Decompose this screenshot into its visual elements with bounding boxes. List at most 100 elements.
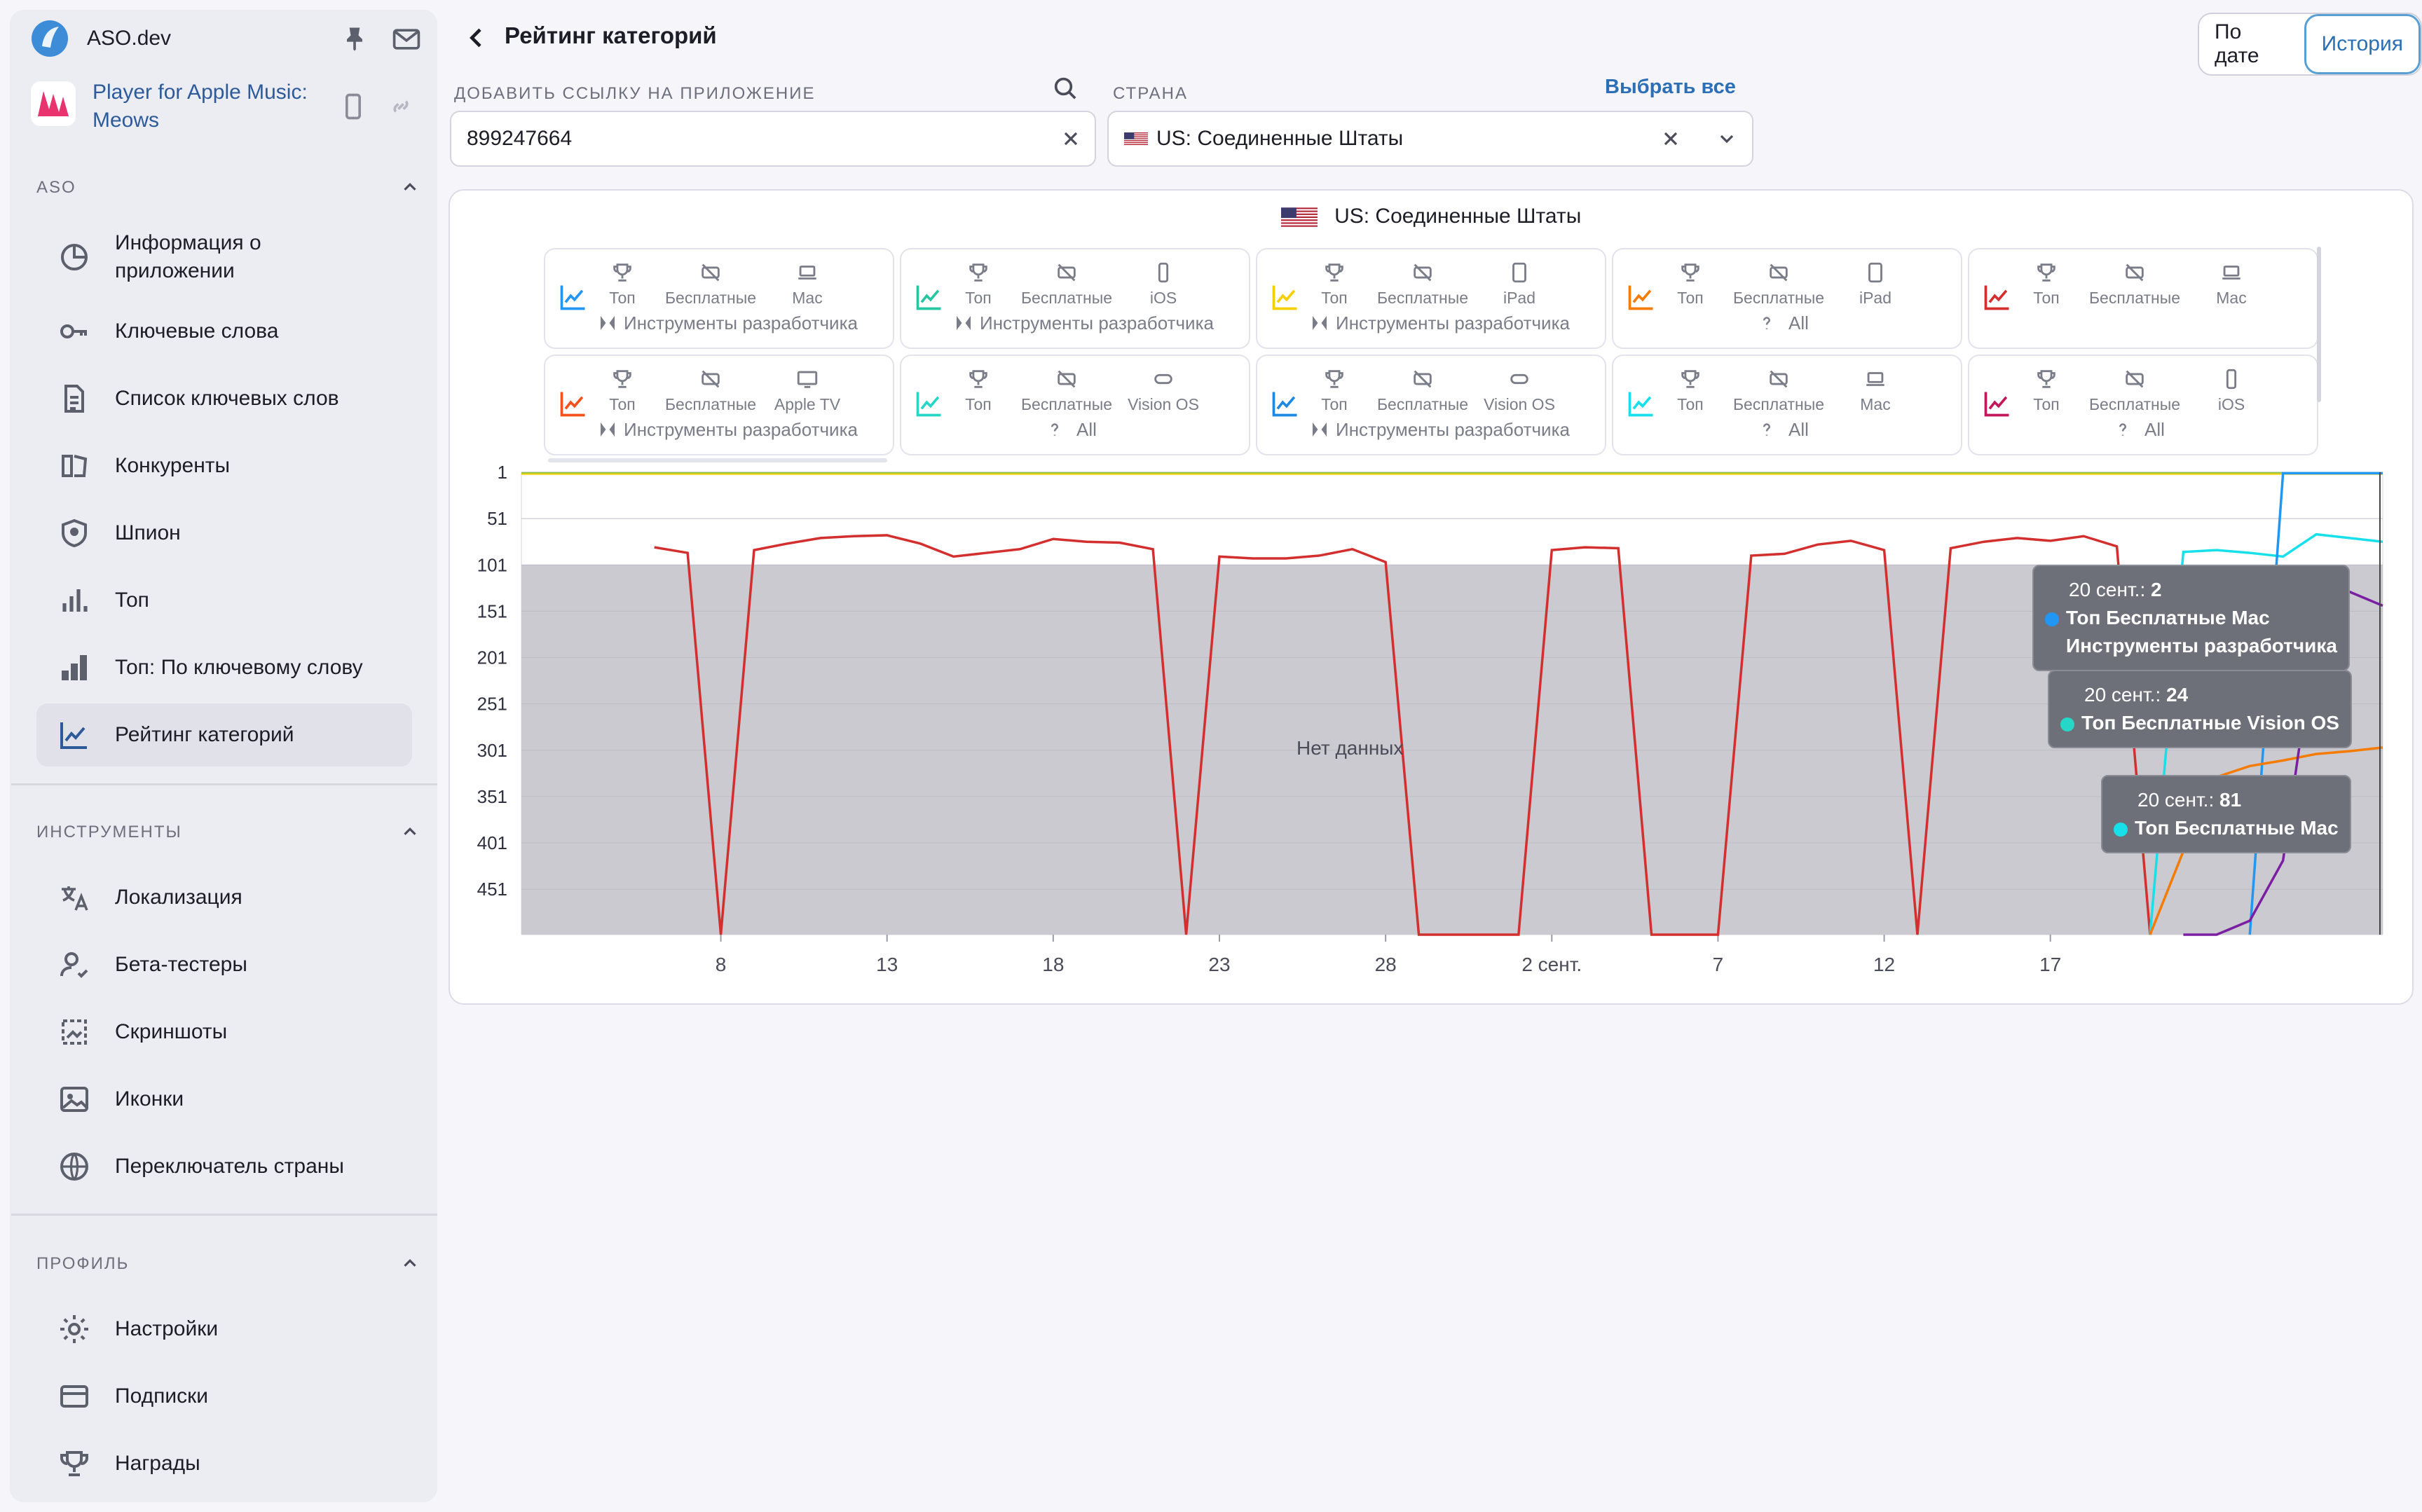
category-card[interactable]: Топ Бесплатные Mac [1968, 248, 2318, 349]
mail-icon[interactable] [391, 24, 422, 55]
bar-chart-icon [62, 589, 88, 612]
card-label: Бесплатные [664, 289, 757, 307]
trophy-small-icon [1325, 370, 1343, 388]
sidebar-item-tool_items-0[interactable]: Локализация [36, 866, 412, 929]
search-icon[interactable] [1051, 74, 1079, 102]
sidebar-divider [11, 1214, 437, 1216]
translate-icon [62, 886, 88, 911]
trophy-small-icon [2037, 370, 2055, 388]
back-icon[interactable] [463, 24, 491, 52]
question-icon [1763, 317, 1771, 329]
shield-spy-icon [62, 518, 87, 548]
sidebar-item-label: Скриншоты [115, 1020, 228, 1043]
tv-icon [797, 371, 818, 388]
section-tools-heading: ИНСТРУМЕНТЫ [36, 823, 182, 841]
country-select[interactable]: US: Соединенные Штаты [1107, 111, 1753, 167]
view-toggle: По дате История [2198, 13, 2422, 76]
sidebar-item-tool_items-4[interactable]: Переключатель страны [36, 1135, 412, 1198]
sidebar-item-aso_items-3[interactable]: Конкуренты [36, 434, 412, 497]
trophy-small-icon [1325, 263, 1343, 282]
sidebar-item-profile_items-1[interactable]: Подписки [36, 1365, 412, 1428]
chevron-up-icon[interactable] [399, 177, 420, 198]
toggle-history[interactable]: История [2304, 14, 2421, 74]
card-label: Mac [1860, 395, 1891, 413]
xcode-icon [957, 316, 971, 330]
free-icon [702, 263, 720, 282]
y-tick-label: 401 [477, 832, 507, 853]
y-tick-label: 101 [477, 554, 507, 575]
device-icon[interactable] [338, 91, 369, 122]
category-card[interactable]: Топ Бесплатные Vision OS Инструменты разраб… [1256, 355, 1606, 455]
category-card[interactable]: Топ Бесплатные iPad Инструменты разработчик… [1256, 248, 1606, 349]
sidebar-item-aso_items-0[interactable]: Информация о приложении [36, 226, 412, 289]
category-card[interactable]: Топ Бесплатные iPad All [1612, 248, 1962, 349]
y-tick-label: 451 [477, 879, 507, 900]
sidebar-item-label: Настройки [115, 1317, 219, 1340]
card-label: Vision OS [1128, 395, 1199, 413]
y-tick-label: 51 [487, 508, 507, 529]
sidebar-item-aso_items-7[interactable]: Рейтинг категорий [36, 703, 412, 767]
card-category: Инструменты разработчика [980, 312, 1214, 334]
x-tick-label: 8 [716, 954, 727, 975]
trophy-small-icon [2037, 263, 2055, 282]
toggle-by-date[interactable]: По дате [2199, 14, 2304, 74]
tablet-icon [1868, 262, 1882, 283]
sidebar-item-aso_items-2[interactable]: Список ключевых слов [36, 367, 412, 430]
sidebar-item-profile_items-2[interactable]: Награды [36, 1432, 412, 1495]
clear-icon[interactable] [1060, 128, 1082, 150]
sidebar-item-aso_items-5[interactable]: Топ [36, 569, 412, 632]
phone-icon [1158, 262, 1169, 283]
x-tick-label: 23 [1208, 954, 1230, 975]
sidebar-item-tool_items-2[interactable]: Скриншоты [36, 1001, 412, 1064]
free-icon [1414, 263, 1432, 282]
clear-icon[interactable] [1660, 128, 1682, 150]
sidebar-item-profile_items-0[interactable]: Настройки [36, 1298, 412, 1361]
sidebar-item-aso_items-1[interactable]: Ключевые слова [36, 300, 412, 363]
y-tick-label: 251 [477, 694, 507, 715]
sidebar-item-aso_items-6[interactable]: Топ: По ключевому слову [36, 636, 412, 699]
question-icon [1051, 423, 1059, 436]
y-tick-label: 301 [477, 740, 507, 761]
sidebar-item-tool_items-1[interactable]: Бета-тестеры [36, 933, 412, 996]
category-card[interactable]: Топ Бесплатные iOS Инструменты разработчика [900, 248, 1250, 349]
sidebar-item-label: Иконки [115, 1087, 184, 1111]
trophy-small-icon [969, 263, 987, 282]
category-card[interactable]: Топ Бесплатные Mac All [1612, 355, 1962, 455]
y-tick-label: 351 [477, 786, 507, 807]
key-icon [60, 324, 87, 338]
cards-scrollbar[interactable] [2317, 247, 2321, 402]
category-card[interactable]: Топ Бесплатные Apple TV Инструменты разрабо… [544, 355, 894, 455]
x-tick-label: 18 [1042, 954, 1064, 975]
card-label: Apple TV [774, 395, 841, 413]
select-all-link[interactable]: Выбрать все [1605, 76, 1736, 99]
card-label: Mac [2216, 289, 2247, 307]
app-link-input[interactable]: 899247664 [450, 111, 1096, 167]
sidebar-item-label: Ключевые слова [115, 319, 279, 343]
card-label: Бесплатные [1732, 395, 1825, 413]
brand[interactable]: ASO.dev [31, 20, 171, 57]
category-card[interactable]: Топ Бесплатные iOS All [1968, 355, 2318, 455]
chevron-down-icon[interactable] [1716, 128, 1738, 150]
tooltip-value: 24 [2166, 684, 2189, 706]
chart-tooltip: 20 сент.: 24 Топ Бесплатные Vision OS [2048, 670, 2352, 748]
laptop-icon [1866, 372, 1884, 386]
pin-icon[interactable] [339, 24, 370, 55]
card-category: All [1076, 419, 1097, 440]
tooltip-series-2: Инструменты разработчика [2066, 635, 2337, 657]
card-label: iPad [1503, 289, 1536, 307]
country-label: СТРАНА [1113, 84, 1188, 103]
sidebar-item-tool_items-3[interactable]: Иконки [36, 1068, 412, 1131]
tooltip-series: Топ Бесплатные Vision OS [2060, 709, 2339, 737]
category-card[interactable]: Топ Бесплатные Mac Инструменты разработчика [544, 248, 894, 349]
link-icon[interactable] [385, 91, 416, 122]
trophy-icon [60, 1451, 88, 1476]
chevron-up-icon[interactable] [399, 1253, 420, 1274]
tooltip-date: 20 сент.: 24 [2084, 684, 2189, 706]
sidebar-item-label: Информация о приложении [115, 231, 261, 282]
user-check-icon [60, 952, 88, 978]
globe-icon [60, 1153, 88, 1181]
series-dot [2045, 612, 2059, 626]
chevron-up-icon[interactable] [399, 821, 420, 842]
category-card[interactable]: Топ Бесплатные Vision OS All [900, 355, 1250, 455]
sidebar-item-aso_items-4[interactable]: Шпион [36, 502, 412, 565]
